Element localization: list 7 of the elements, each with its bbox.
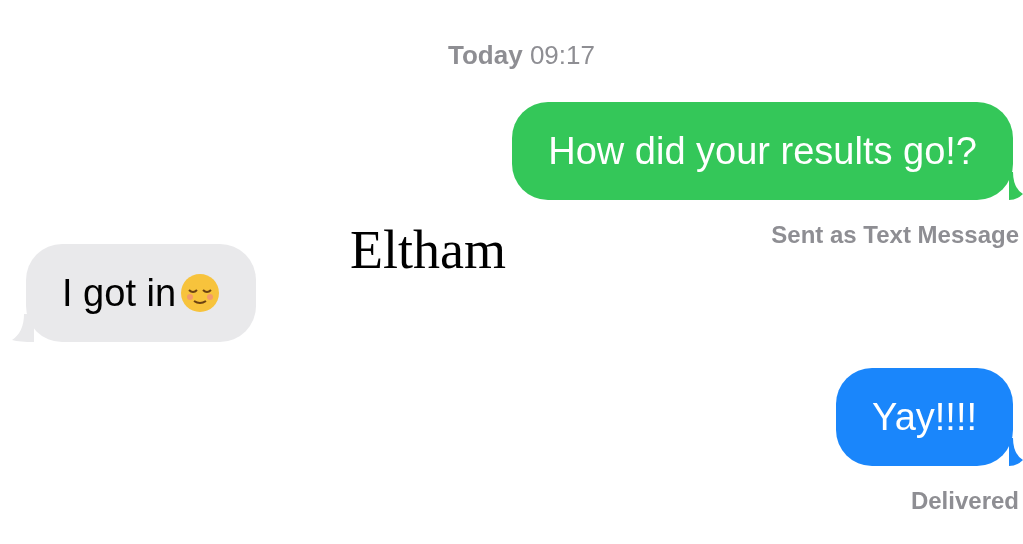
message-status: Delivered bbox=[910, 486, 1019, 516]
message-status: Sent as Text Message bbox=[771, 220, 1019, 250]
message-text: Yay!!!! bbox=[872, 394, 977, 440]
message-text: How did your results go!? bbox=[548, 128, 977, 174]
timestamp: Today 09:17 bbox=[448, 39, 595, 72]
message-text: I got in bbox=[62, 270, 177, 316]
caption: Eltham bbox=[350, 220, 507, 280]
